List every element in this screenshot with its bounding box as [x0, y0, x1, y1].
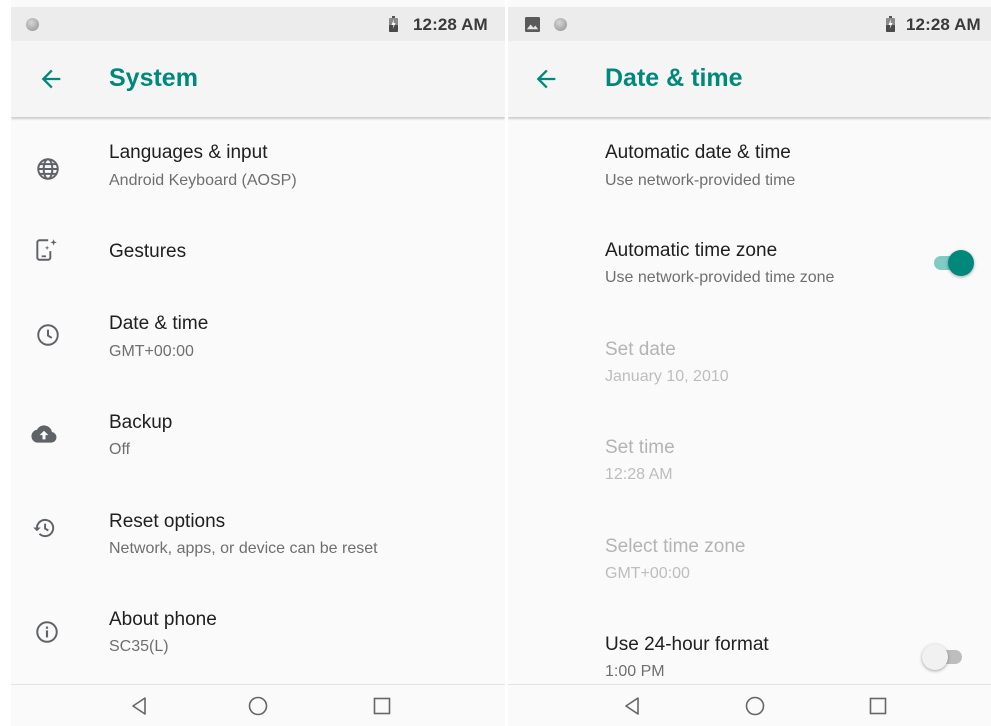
navigation-bar: [508, 684, 991, 726]
recents-square-icon[interactable]: [370, 694, 394, 718]
use-24-hour-format-switch[interactable]: [922, 644, 962, 670]
home-circle-icon[interactable]: [246, 694, 270, 718]
restore-history-icon: [33, 518, 55, 538]
item-summary: GMT+00:00: [605, 565, 690, 582]
page-title: Date & time: [605, 64, 743, 92]
status-clock: 12:28 AM: [906, 15, 981, 34]
system-settings-screen: 12:28 AM System Languages & input Androi…: [11, 0, 505, 726]
notification-dot-icon: [26, 18, 39, 31]
settings-item-backup[interactable]: Backup Off: [11, 388, 505, 486]
item-summary: Off: [109, 441, 131, 458]
back-triangle-icon[interactable]: [127, 694, 151, 718]
item-title: About phone: [109, 609, 217, 630]
item-title: Languages & input: [109, 142, 268, 163]
status-bar: 12:28 AM: [11, 7, 505, 41]
item-title: Date & time: [109, 313, 209, 334]
image-icon: [525, 17, 540, 32]
item-title: Reset options: [109, 511, 226, 532]
item-title: Automatic date & time: [605, 142, 791, 163]
item-title: Use 24-hour format: [605, 634, 769, 655]
gestures-phone-icon: [36, 239, 57, 261]
settings-item-gestures[interactable]: Gestures: [11, 212, 505, 292]
automatic-time-zone-switch[interactable]: [932, 250, 974, 276]
item-summary: SC35(L): [109, 638, 169, 655]
set-date-item: Set date January 10, 2010: [508, 316, 991, 414]
item-title: Select time zone: [605, 536, 746, 557]
automatic-time-zone-item[interactable]: Automatic time zone Use network-provided…: [508, 218, 991, 316]
item-summary: 1:00 PM: [605, 663, 665, 680]
set-time-item: Set time 12:28 AM: [508, 414, 991, 512]
cloud-upload-icon: [31, 425, 57, 443]
item-title: Gestures: [109, 241, 187, 262]
status-clock: 12:28 AM: [413, 15, 488, 34]
app-bar: Date & time: [508, 41, 991, 117]
home-circle-icon[interactable]: [743, 694, 767, 718]
automatic-date-time-item[interactable]: Automatic date & time Use network-provid…: [508, 120, 991, 212]
recents-square-icon[interactable]: [866, 694, 890, 718]
item-summary: 12:28 AM: [605, 466, 673, 483]
settings-item-languages[interactable]: Languages & input Android Keyboard (AOSP…: [11, 120, 505, 212]
item-summary: Android Keyboard (AOSP): [109, 172, 297, 189]
switch-thumb: [948, 250, 974, 276]
item-title: Set time: [605, 437, 675, 458]
switch-thumb: [922, 644, 948, 670]
item-summary: January 10, 2010: [605, 368, 729, 385]
info-icon: [36, 621, 58, 643]
settings-item-about-phone[interactable]: About phone SC35(L): [11, 584, 505, 682]
item-title: Backup: [109, 412, 173, 433]
battery-charging-icon: [886, 16, 895, 32]
item-summary: Network, apps, or device can be reset: [109, 540, 378, 557]
item-summary: Use network-provided time zone: [605, 269, 835, 286]
battery-charging-icon: [389, 16, 398, 32]
item-title: Automatic time zone: [605, 240, 778, 261]
notification-dot-icon: [554, 18, 567, 31]
item-title: Set date: [605, 339, 676, 360]
globe-icon: [37, 158, 59, 180]
status-bar: 12:28 AM: [508, 7, 991, 41]
item-summary: Use network-provided time: [605, 172, 796, 189]
app-bar: System: [11, 41, 505, 117]
settings-item-date-time[interactable]: Date & time GMT+00:00: [11, 292, 505, 388]
item-summary: GMT+00:00: [109, 343, 194, 360]
select-time-zone-item: Select time zone GMT+00:00: [508, 512, 991, 610]
arrow-left-icon[interactable]: [532, 65, 560, 93]
back-triangle-icon[interactable]: [620, 694, 644, 718]
navigation-bar: [11, 684, 505, 726]
page-title: System: [109, 64, 198, 92]
clock-icon: [37, 324, 59, 346]
arrow-left-icon[interactable]: [37, 65, 65, 93]
settings-item-reset-options[interactable]: Reset options Network, apps, or device c…: [11, 486, 505, 584]
date-time-settings-screen: 12:28 AM Date & time Automatic date & ti…: [508, 0, 991, 726]
use-24-hour-format-item[interactable]: Use 24-hour format 1:00 PM: [508, 610, 991, 684]
